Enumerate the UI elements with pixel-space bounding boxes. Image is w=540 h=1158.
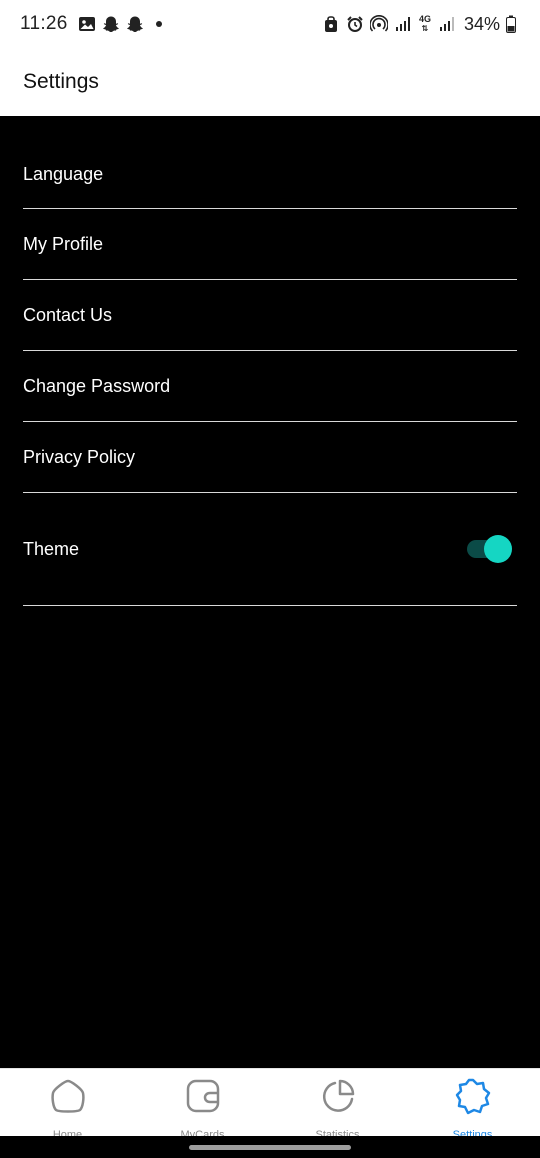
- wallet-icon: [184, 1077, 222, 1120]
- data-arrows-icon: ⇅: [421, 24, 429, 33]
- settings-item-contact-us[interactable]: Contact Us: [23, 280, 517, 351]
- lock-icon: [322, 15, 340, 33]
- pie-chart-icon: [319, 1077, 357, 1120]
- app-bar: Settings: [0, 48, 540, 116]
- alarm-icon: [346, 15, 364, 33]
- settings-item-label: My Profile: [23, 233, 104, 254]
- nav-item-mycards[interactable]: MyCards: [135, 1069, 270, 1141]
- nav-item-statistics[interactable]: Statistics: [270, 1069, 405, 1141]
- page-title: Settings: [23, 70, 99, 93]
- settings-item-my-profile[interactable]: My Profile: [23, 209, 517, 280]
- gesture-bar[interactable]: [189, 1145, 351, 1150]
- settings-list: Language My Profile Contact Us Change Pa…: [0, 116, 540, 606]
- gallery-icon: [78, 15, 96, 33]
- status-left: 11:26: [20, 13, 162, 35]
- network-label: 4G: [418, 14, 431, 24]
- signal-icon: [438, 15, 456, 33]
- bottom-nav: Home MyCards Statistics Settings: [0, 1068, 540, 1141]
- battery-percent: 34%: [463, 13, 500, 34]
- signal-icon: [394, 15, 412, 33]
- settings-item-change-password[interactable]: Change Password: [23, 351, 517, 422]
- hotspot-icon: [369, 15, 388, 33]
- settings-item-theme: Theme: [23, 493, 517, 606]
- theme-toggle[interactable]: [467, 534, 513, 564]
- settings-item-label: Theme: [23, 538, 80, 559]
- settings-item-language[interactable]: Language: [23, 116, 517, 209]
- settings-item-label: Contact Us: [23, 304, 113, 325]
- 4g-icon: 4G ⇅: [418, 14, 432, 34]
- settings-item-label: Language: [23, 163, 104, 184]
- settings-item-label: Change Password: [23, 375, 171, 396]
- snapchat-icon: [126, 15, 144, 33]
- home-icon: [49, 1077, 87, 1120]
- settings-item-privacy-policy[interactable]: Privacy Policy: [23, 422, 517, 493]
- gear-icon: [454, 1077, 492, 1120]
- battery-icon: [506, 15, 516, 33]
- status-right: 4G ⇅ 34%: [322, 14, 516, 35]
- status-time: 11:26: [20, 13, 68, 34]
- nav-item-settings[interactable]: Settings: [405, 1069, 540, 1141]
- settings-item-label: Privacy Policy: [23, 446, 136, 467]
- nav-item-home[interactable]: Home: [0, 1069, 135, 1141]
- snapchat-icon: [102, 15, 120, 33]
- gesture-area: [0, 1136, 540, 1158]
- status-bar: 11:26 4G ⇅ 34%: [0, 0, 540, 48]
- toggle-thumb: [484, 535, 512, 563]
- settings-screen: 11:26 4G ⇅ 34% Settings Language My Prof…: [0, 0, 540, 1158]
- notification-dot: [155, 21, 162, 27]
